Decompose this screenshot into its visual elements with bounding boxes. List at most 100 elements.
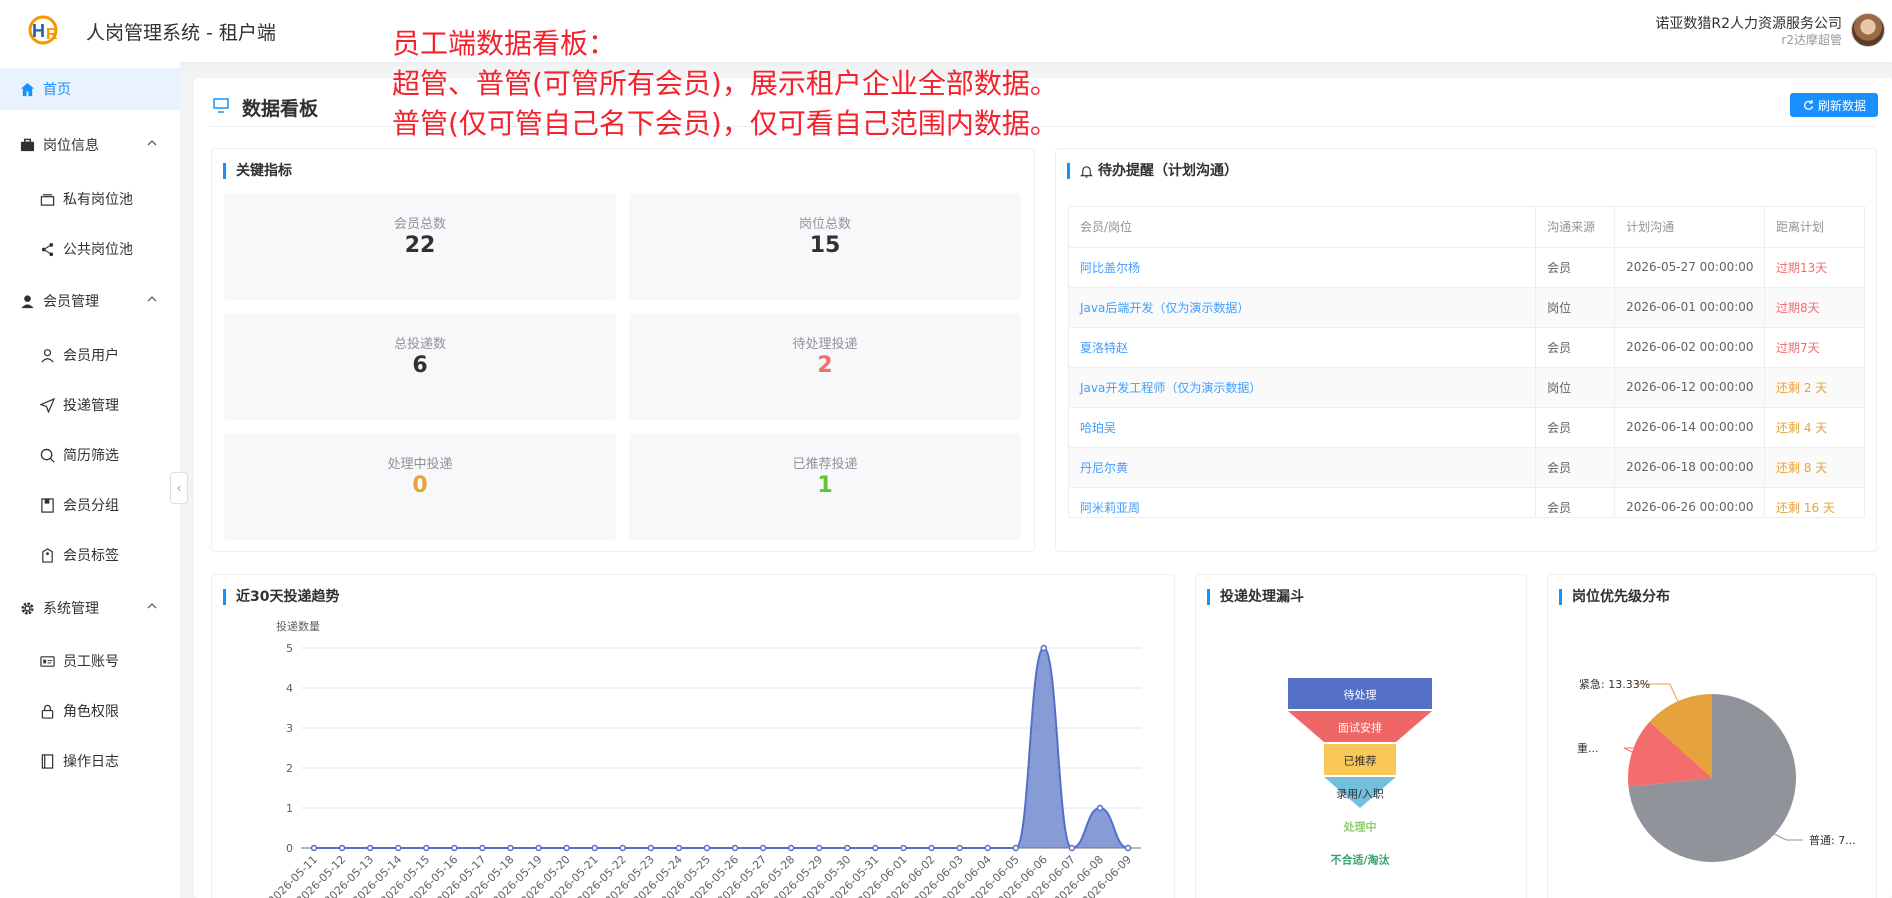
pie-leader-line [1774, 833, 1803, 841]
funnel-label: 不合适/淘汰 [1330, 853, 1390, 867]
sidebar-item-label: 会员用户 [63, 348, 119, 364]
todo-title-text: 待办提醒（计划沟通） [1098, 163, 1238, 179]
document-icon [39, 753, 55, 769]
kpi-tile: 总投递数 6 [224, 313, 616, 420]
company-name[interactable]: 诺亚数猎R2人力资源服务公司 [1655, 13, 1842, 33]
data-point [451, 844, 458, 852]
member-link[interactable]: 丹尼尔黄 [1069, 447, 1537, 488]
pie-title: 岗位优先级分布 [1559, 589, 1670, 605]
sidebar-item-system-mgmt[interactable]: 系统管理 [0, 587, 180, 629]
time-cell: 2026-05-27 00:00:00 [1614, 247, 1766, 288]
refresh-button[interactable]: 刷新数据 [1790, 93, 1878, 117]
kpi-label: 已推荐投递 [792, 457, 858, 472]
source-cell: 会员 [1535, 487, 1616, 517]
source-cell: 会员 [1535, 327, 1616, 368]
stack-icon [39, 191, 55, 207]
data-point [675, 844, 683, 852]
notebook-icon [39, 497, 55, 513]
y-tick-label: 4 [286, 682, 293, 695]
sidebar-item-member-users[interactable]: 会员用户 [0, 334, 180, 376]
annotation-line: 超管、普管(可管所有会员)，展示租户企业全部数据。 [392, 67, 1058, 100]
kpi-value: 0 [412, 473, 428, 498]
top-header: H R 人岗管理系统 - 租户端 诺亚数猎R2人力资源服务公司 r2达摩超管 [0, 0, 1892, 62]
status-cell: 过期8天 [1764, 287, 1864, 328]
lock-icon [39, 703, 55, 719]
member-link[interactable]: 阿比盖尔杨 [1069, 247, 1537, 288]
status-cell: 还剩 8 天 [1764, 447, 1864, 488]
user-outline-icon [39, 347, 55, 363]
data-point [984, 844, 991, 852]
kpi-label: 处理中投递 [387, 457, 453, 472]
member-link[interactable]: 夏洛特赵 [1069, 327, 1537, 368]
data-point [366, 844, 374, 852]
data-point [1012, 844, 1019, 852]
sidebar-item-label: 私有岗位池 [63, 192, 133, 208]
kpi-tile: 待处理投递 2 [629, 313, 1021, 420]
share-icon [39, 241, 55, 257]
kpi-label: 待处理投递 [792, 337, 858, 352]
pie-label: 紧急: 13.33% [1579, 677, 1650, 691]
trend-chart: 投递数量0123452026-05-112026-05-122026-05-13… [266, 619, 1141, 898]
job-link[interactable]: Java开发工程师（仅为演示数据） [1069, 367, 1537, 408]
data-point [900, 844, 907, 852]
id-card-icon [39, 653, 55, 669]
funnel-label: 已推荐 [1344, 754, 1377, 768]
series-area [314, 648, 1128, 848]
kpi-label: 总投递数 [393, 337, 446, 352]
source-cell: 会员 [1535, 247, 1616, 288]
svg-text:H: H [32, 21, 45, 41]
kpi-label: 会员总数 [393, 217, 446, 232]
todo-table: 会员/岗位 沟通来源 计划沟通 距离计划 阿比盖尔杨 会员 2026-05-27… [1069, 207, 1864, 517]
sidebar-item-label: 公共岗位池 [63, 242, 133, 258]
todo-table-wrap[interactable]: 会员/岗位 沟通来源 计划沟通 距离计划 阿比盖尔杨 会员 2026-05-27… [1068, 206, 1865, 518]
source-cell: 岗位 [1535, 287, 1616, 328]
sidebar-item-op-log[interactable]: 操作日志 [0, 740, 180, 782]
sidebar-item-public-pool[interactable]: 公共岗位池 [0, 228, 180, 270]
todo-title: 待办提醒（计划沟通） [1067, 163, 1238, 179]
sidebar-item-role-perm[interactable]: 角色权限 [0, 690, 180, 732]
sidebar-item-member-tag[interactable]: 会员标签 [0, 534, 180, 576]
status-cell: 还剩 2 天 [1764, 367, 1864, 408]
annotation-line: 普管(仅可管自己名下会员)，仅可看自己范围内数据。 [392, 107, 1058, 140]
pie-label: 普通: 7... [1809, 833, 1856, 847]
kpi-title: 关键指标 [223, 163, 292, 179]
sidebar-item-member-mgmt[interactable]: 会员管理 [0, 280, 180, 322]
kpi-tile: 会员总数 22 [224, 193, 616, 300]
y-tick-label: 1 [286, 802, 293, 815]
sidebar-item-staff-account[interactable]: 员工账号 [0, 640, 180, 682]
funnel-title: 投递处理漏斗 [1207, 589, 1304, 605]
gear-icon [19, 600, 35, 616]
data-point [1068, 844, 1076, 852]
pie-chart: 普通: 7... 重... 紧急: 13.33% [1577, 677, 1856, 862]
y-axis-label: 投递数量 [276, 619, 320, 633]
data-point [535, 844, 542, 852]
tag-icon [39, 547, 55, 563]
sidebar-item-resume-filter[interactable]: 简历筛选 [0, 434, 180, 476]
chevron-up-icon [147, 296, 157, 302]
sidebar-item-home[interactable]: 首页 [0, 68, 180, 110]
sidebar: 首页 岗位信息 私有岗位池 公共岗位池 会员管理 会员用户 投递管理 简历筛选 … [0, 62, 180, 898]
sidebar-item-label: 会员分组 [63, 498, 119, 514]
page-title: 数据看板 [242, 98, 319, 120]
member-link[interactable]: 哈珀吴 [1069, 407, 1537, 448]
source-cell: 会员 [1535, 447, 1616, 488]
kpi-value: 2 [817, 353, 833, 378]
data-point [563, 844, 570, 852]
sidebar-item-private-pool[interactable]: 私有岗位池 [0, 178, 180, 220]
status-cell: 过期7天 [1764, 327, 1864, 368]
avatar[interactable] [1851, 13, 1885, 47]
funnel-chart: 待处理面试安排已推荐录用/入职处理中不合适/淘汰 [1288, 678, 1432, 867]
sidebar-item-label: 简历筛选 [63, 448, 119, 464]
status-cell: 还剩 16 天 [1764, 487, 1864, 517]
data-point [619, 844, 627, 852]
sidebar-collapse-button[interactable]: ‹ [170, 472, 188, 504]
bell-icon [1080, 165, 1093, 178]
trend-title: 近30天投递趋势 [223, 589, 339, 605]
sidebar-item-member-group[interactable]: 会员分组 [0, 484, 180, 526]
pie-label: 重... [1577, 741, 1599, 755]
sidebar-item-job-info[interactable]: 岗位信息 [0, 124, 180, 166]
time-cell: 2026-06-14 00:00:00 [1614, 407, 1766, 448]
member-link[interactable]: 阿米莉亚周 [1069, 487, 1537, 517]
sidebar-item-delivery-mgmt[interactable]: 投递管理 [0, 384, 180, 426]
job-link[interactable]: Java后端开发（仅为演示数据） [1069, 287, 1537, 328]
